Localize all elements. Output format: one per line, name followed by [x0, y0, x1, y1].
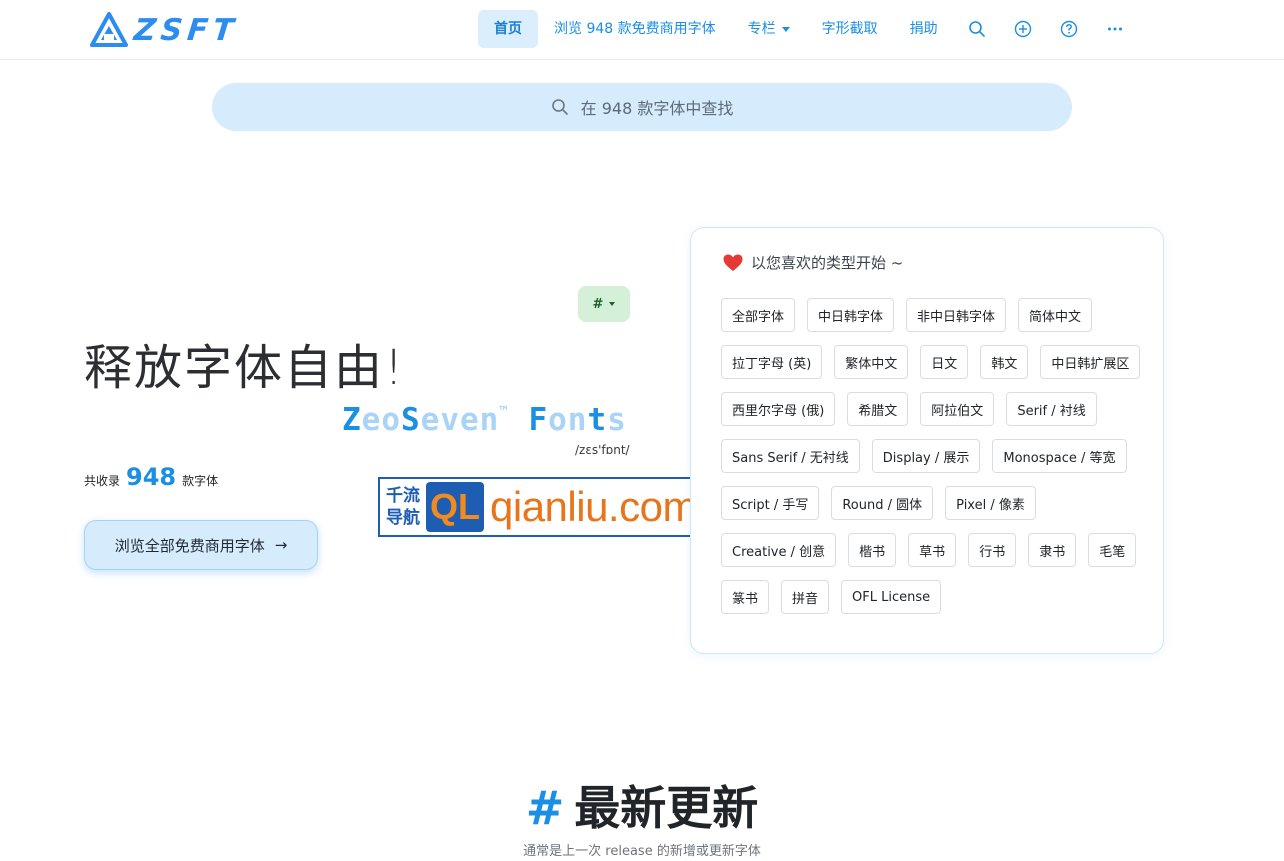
brand-space [509, 402, 529, 438]
watermark-url: qianliu.com [490, 483, 697, 530]
hash-label: # [592, 296, 604, 312]
category-tag[interactable]: 草书 [908, 533, 957, 567]
search-icon [551, 99, 568, 115]
logo[interactable]: ZSFT [90, 12, 241, 48]
section-hash: # [525, 781, 565, 835]
category-card: 以您喜欢的类型开始 ~ 全部字体 中日韩字体 非中日韩字体 简体中文拉丁字母 (英) 繁… [690, 227, 1164, 654]
nav-browse[interactable]: 浏览 948 款免费商用字体 [538, 10, 732, 48]
logo-icon [90, 12, 128, 47]
card-heading-text: 以您喜欢的类型开始 ~ [751, 254, 904, 272]
category-tag[interactable]: 日文 [920, 345, 969, 379]
category-tag-list: 全部字体 中日韩字体 非中日韩字体 简体中文拉丁字母 (英) 繁体中文 日文 韩文 中日韩扩展… [721, 298, 1141, 628]
section-title-text: 最新更新 [574, 781, 759, 835]
category-tag[interactable]: 毛笔 [1088, 533, 1137, 567]
category-tag[interactable]: 拼音 [781, 580, 830, 614]
category-tag[interactable]: 韩文 [980, 345, 1029, 379]
brand-char: even [420, 402, 500, 438]
watermark-l: L [458, 486, 480, 527]
nav-glyph-label: 字形截取 [821, 21, 878, 37]
category-tag[interactable]: OFL License [841, 580, 942, 614]
category-tag[interactable]: 中日韩扩展区 [1040, 345, 1141, 379]
nav-home[interactable]: 首页 [478, 10, 538, 48]
category-tag[interactable]: 楷书 [848, 533, 897, 567]
category-tag[interactable]: Script / 手写 [721, 486, 820, 520]
watermark-line2: 导航 [386, 508, 420, 528]
brand-char: eo [361, 402, 401, 438]
category-tag[interactable]: 全部字体 [721, 298, 796, 332]
phonetic-text: /zɛs'fɒnt/ [575, 443, 630, 457]
help-circle-icon[interactable] [1046, 10, 1092, 48]
nav-donate-label: 捐助 [909, 21, 938, 37]
category-tag[interactable]: Pixel / 像素 [945, 486, 1036, 520]
nav-home-label: 首页 [494, 21, 522, 37]
brand-char: Z [342, 402, 362, 438]
nav-glyph-capture[interactable]: 字形截取 [806, 10, 894, 48]
arrow-right-icon: → [274, 536, 288, 554]
category-tag[interactable]: Display / 展示 [871, 439, 981, 473]
nav-browse-label: 浏览 948 款免费商用字体 [554, 21, 716, 37]
nav-columns-label: 专栏 [747, 21, 776, 37]
watermark-ql-logo: QL [426, 482, 484, 532]
category-tag[interactable]: Sans Serif / 无衬线 [721, 439, 860, 473]
count-suffix: 款字体 [182, 474, 219, 488]
card-heading: 以您喜欢的类型开始 ~ [723, 252, 903, 273]
hash-dropdown-button[interactable]: # [578, 286, 630, 322]
count-number: 948 [126, 463, 177, 491]
browse-label: 浏览全部免费商用字体 [114, 536, 265, 555]
category-tag[interactable]: 简体中文 [1018, 298, 1093, 332]
category-tag[interactable]: 西里尔字母 (俄) [721, 392, 836, 426]
category-tag[interactable]: 隶书 [1028, 533, 1077, 567]
brand-char: F [528, 402, 549, 438]
trademark-mark: ™ [499, 404, 509, 420]
category-tag[interactable]: 繁体中文 [834, 345, 909, 379]
category-tag[interactable]: 阿拉伯文 [920, 392, 995, 426]
qianliu-watermark: 千流 导航 QL qianliu.com [378, 477, 711, 537]
font-search-bar[interactable]: 在 948 款字体中查找 [212, 83, 1072, 131]
category-tag[interactable]: Serif / 衬线 [1006, 392, 1097, 426]
search-placeholder: 在 948 款字体中查找 [580, 99, 734, 118]
navbar: ZSFT 首页 浏览 948 款免费商用字体 专栏 字形截取 捐助 [0, 0, 1284, 60]
category-tag[interactable]: 拉丁字母 (英) [721, 345, 823, 379]
category-tag[interactable]: Monospace / 等宽 [992, 439, 1127, 473]
brand-wordmark: ZeoSeven™ Fonts [342, 402, 627, 438]
font-count: 共收录 948 款字体 [84, 463, 218, 491]
section-subtitle: 通常是上一次 release 的新增或更新字体 [523, 844, 761, 859]
nav-columns-dropdown[interactable]: 专栏 [732, 10, 806, 48]
section-title: # 最新更新 [0, 772, 1284, 838]
browse-all-fonts-button[interactable]: 浏览全部免费商用字体 → [84, 520, 318, 570]
brand-char: t [587, 402, 608, 438]
nav-donate[interactable]: 捐助 [894, 10, 954, 48]
caret-down-icon [609, 302, 616, 306]
category-tag[interactable]: Creative / 创意 [721, 533, 837, 567]
category-tag[interactable]: 中日韩字体 [807, 298, 895, 332]
logo-text: ZSFT [132, 12, 241, 48]
category-tag[interactable]: 行书 [968, 533, 1017, 567]
brand-char: on [548, 402, 588, 438]
search-icon[interactable] [954, 10, 1000, 48]
category-tag[interactable]: 篆书 [721, 580, 770, 614]
watermark-cn: 千流 导航 [380, 485, 426, 529]
watermark-q: Q [429, 486, 458, 527]
hero-title: 释放字体自由! [84, 340, 406, 396]
category-tag[interactable]: Round / 圆体 [831, 486, 934, 520]
more-icon[interactable] [1092, 10, 1138, 48]
plus-circle-icon[interactable] [1000, 10, 1046, 48]
watermark-line1: 千流 [386, 486, 420, 506]
category-tag[interactable]: 非中日韩字体 [906, 298, 1007, 332]
brand-char: s [607, 402, 627, 438]
caret-down-icon [781, 26, 790, 32]
brand-char: S [401, 402, 421, 438]
count-prefix: 共收录 [84, 474, 121, 488]
heart-icon [723, 254, 743, 271]
category-tag[interactable]: 希腊文 [847, 392, 909, 426]
main-nav: 首页 浏览 948 款免费商用字体 专栏 字形截取 捐助 [478, 10, 1138, 48]
